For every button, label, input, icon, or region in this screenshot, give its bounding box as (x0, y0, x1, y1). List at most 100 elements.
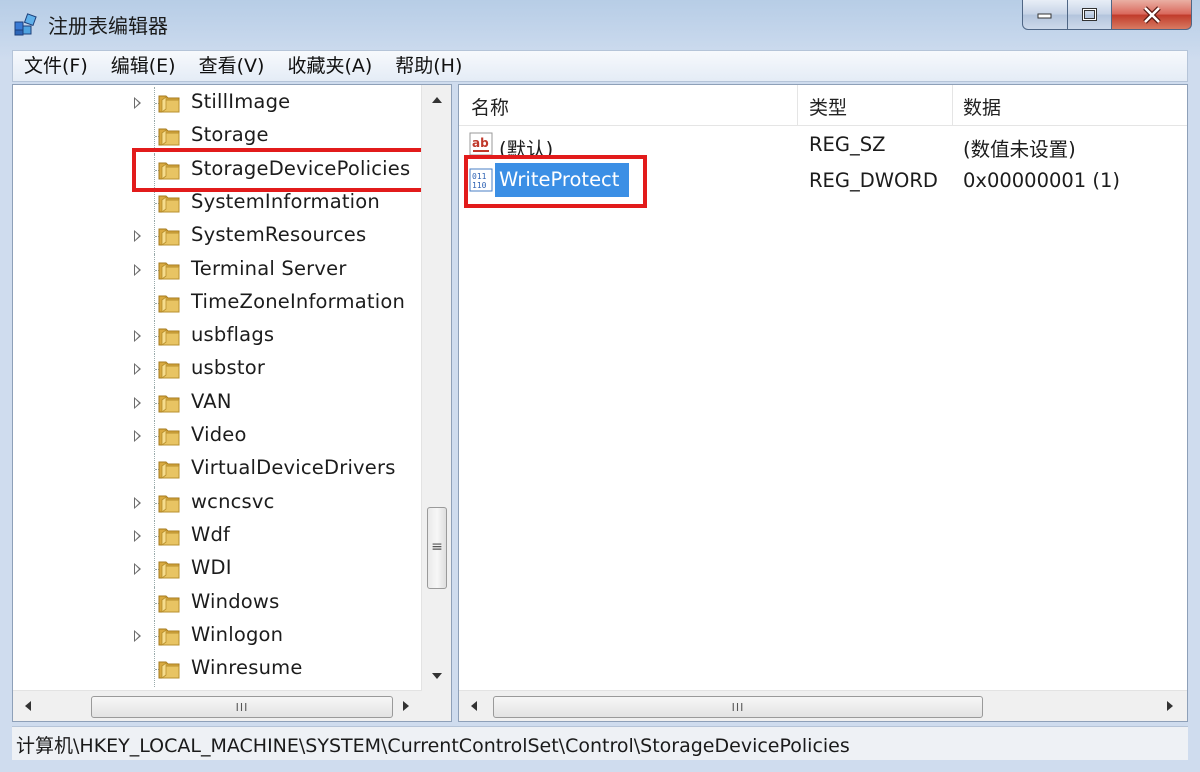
menu-edit[interactable]: 编辑(E) (100, 51, 188, 81)
scroll-up-icon (432, 97, 442, 103)
column-separator[interactable] (797, 85, 798, 125)
folder-icon (158, 262, 180, 280)
tree-scroll-left-button[interactable] (13, 691, 43, 721)
tree-item[interactable]: StillImage (13, 87, 421, 121)
tree-horizontal-scrollbar[interactable]: III (13, 690, 421, 721)
column-separator[interactable] (952, 85, 953, 125)
expand-arrow-icon[interactable] (134, 529, 141, 542)
menu-view[interactable]: 查看(V) (188, 51, 277, 81)
tree-item[interactable]: Video (13, 420, 421, 454)
tree-item[interactable]: Terminal Server (13, 253, 421, 288)
tree-connector-line (154, 87, 155, 121)
tree-item-label: SystemResources (191, 223, 367, 247)
tree-item[interactable]: Winresume (13, 653, 421, 688)
tree-item-label: Windows (191, 589, 280, 613)
tree-connector-line (154, 253, 155, 288)
expand-arrow-icon[interactable] (134, 97, 141, 109)
tree-item[interactable]: usbstor (13, 353, 421, 388)
expand-arrow-icon[interactable] (134, 496, 141, 509)
tree-connector-line (154, 553, 155, 588)
values-list-header: 名称 类型 数据 (459, 85, 1187, 126)
menu-bar: 文件(F) 编辑(E) 查看(V) 收藏夹(A) 帮助(H) (12, 50, 1188, 82)
tree-item-label: usbstor (191, 356, 266, 380)
tree-vertical-scroll-thumb[interactable]: ≡ (427, 507, 447, 589)
tree-highlight-box (132, 148, 429, 192)
minimize-icon (1037, 13, 1052, 18)
svg-text:ab: ab (472, 136, 489, 150)
tree-item-label: WDI (191, 556, 232, 580)
tree-item-label: usbflags (191, 323, 275, 347)
value-data: (数值未设置) (963, 138, 1076, 161)
tree-item[interactable]: usbflags (13, 320, 421, 355)
tree-item[interactable]: WDI (13, 553, 421, 588)
expand-arrow-icon[interactable] (134, 430, 141, 442)
scroll-left-icon (25, 701, 31, 711)
tree-connector-line (154, 353, 155, 388)
folder-icon (158, 628, 180, 646)
tree-item[interactable]: wcncsvc (13, 486, 421, 521)
tree-horizontal-scroll-thumb[interactable]: III (91, 696, 393, 718)
tree-vertical-scrollbar[interactable]: ≡ (421, 85, 451, 691)
tree-connector-line (154, 586, 155, 621)
values-horizontal-scroll-thumb[interactable]: III (493, 696, 983, 718)
tree-item-label: VirtualDeviceDrivers (191, 456, 396, 480)
folder-icon (158, 228, 180, 246)
tree-item-label: Terminal Server (191, 256, 347, 280)
tree-item-label: Winresume (191, 656, 303, 680)
tree-item[interactable]: VirtualDeviceDrivers (13, 453, 421, 488)
folder-icon (158, 661, 180, 679)
folder-icon (158, 95, 180, 113)
menu-help[interactable]: 帮助(H) (384, 51, 474, 81)
tree-item[interactable]: TimeZoneInformation (13, 286, 421, 321)
expand-arrow-icon[interactable] (134, 230, 141, 243)
tree-item[interactable]: VAN (13, 386, 421, 421)
value-highlight-box (464, 155, 647, 208)
status-path: 计算机\HKEY_LOCAL_MACHINE\SYSTEM\CurrentCon… (16, 735, 850, 757)
registry-editor-icon (14, 13, 37, 36)
minimize-button[interactable] (1022, 0, 1068, 30)
expand-arrow-icon[interactable] (134, 330, 141, 343)
values-scroll-left-button[interactable] (459, 691, 489, 721)
tree-connector-line (154, 619, 155, 654)
tree-connector-line (154, 220, 155, 255)
values-horizontal-scrollbar[interactable]: III (459, 690, 1187, 721)
folder-icon (158, 495, 180, 513)
expand-arrow-icon[interactable] (134, 563, 141, 576)
folder-icon (158, 361, 180, 380)
scroll-up-button[interactable] (422, 85, 451, 115)
tree-connector-line (154, 386, 155, 421)
scroll-down-icon (432, 673, 442, 679)
tree-connector-line (154, 486, 155, 521)
column-header-data[interactable]: 数据 (963, 93, 1001, 120)
expand-arrow-icon[interactable] (134, 629, 141, 642)
maximize-button[interactable] (1068, 0, 1112, 30)
tree-item[interactable]: Winlogon (13, 619, 421, 654)
column-header-name[interactable]: 名称 (471, 93, 509, 120)
folder-icon (158, 528, 180, 546)
tree-item-label: wcncsvc (191, 489, 275, 513)
tree-item[interactable]: SystemResources (13, 220, 421, 255)
column-header-type[interactable]: 类型 (809, 93, 847, 120)
tree-item-label: Wdf (191, 522, 231, 546)
expand-arrow-icon[interactable] (134, 363, 141, 376)
expand-arrow-icon[interactable] (134, 263, 141, 276)
tree-item[interactable]: Windows (13, 586, 421, 621)
tree-item-label: TimeZoneInformation (191, 289, 406, 313)
title-bar[interactable]: 注册表编辑器 (0, 0, 1200, 46)
menu-file[interactable]: 文件(F) (13, 51, 100, 81)
key-tree-pane: StillImage Storage StorageDevicePolicies Sy… (12, 84, 452, 722)
value-type: REG_DWORD (809, 169, 938, 192)
scroll-down-button[interactable] (422, 661, 451, 691)
tree-scroll-right-button[interactable] (391, 691, 421, 721)
close-button[interactable] (1112, 0, 1192, 30)
expand-arrow-icon[interactable] (134, 396, 141, 409)
menu-favorites[interactable]: 收藏夹(A) (276, 51, 384, 81)
window-title: 注册表编辑器 (48, 14, 168, 38)
tree-item-label: StillImage (191, 90, 291, 113)
scroll-right-icon (403, 701, 409, 711)
tree-item[interactable]: Wdf (13, 519, 421, 554)
tree-connector-line (154, 519, 155, 554)
tree-item-label: SystemInformation (191, 189, 380, 213)
values-scroll-right-button[interactable] (1155, 691, 1185, 721)
folder-icon (158, 295, 180, 313)
